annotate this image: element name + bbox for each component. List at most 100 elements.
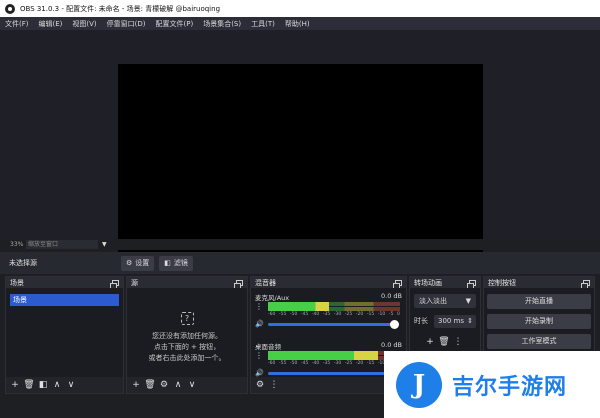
source-settings-button[interactable]: ⚙ 设置 <box>121 255 155 271</box>
start-recording-button[interactable]: 开始录制 <box>487 314 591 329</box>
trash-icon[interactable]: 🗑 <box>438 336 450 348</box>
chevron-down-icon[interactable]: ▼ <box>102 241 107 248</box>
undock-icon[interactable] <box>581 279 590 289</box>
mixer-dock-header: 混音器 <box>251 277 406 289</box>
mixer-channel-db: 0.0 dB <box>381 292 402 300</box>
duration-label: 时长 <box>414 317 428 325</box>
meter-ticks: -60-55-50-45-40-35-30-25-20-15-10-50 <box>268 312 400 317</box>
audio-meter-level <box>268 302 329 311</box>
duration-value: 300 ms <box>438 316 465 325</box>
volume-slider[interactable] <box>268 323 396 326</box>
move-down-icon[interactable]: ∨ <box>186 379 198 391</box>
no-sources-line-2: 点击下面的 + 按钮， <box>153 343 221 351</box>
menu-help[interactable]: 帮助(H) <box>280 19 315 29</box>
menu-file[interactable]: 文件(F) <box>0 19 34 29</box>
move-down-icon[interactable]: ∨ <box>65 379 77 391</box>
add-source-button[interactable]: + <box>130 379 142 391</box>
window-title: OBS 31.0.3 - 配置文件: 未命名 - 场景: 青檬破解 @bairu… <box>20 4 221 13</box>
no-source-selected-label: 未选择源 <box>9 259 37 267</box>
preview-canvas[interactable] <box>118 64 483 264</box>
menu-edit[interactable]: 编辑(E) <box>34 19 68 29</box>
menu-bar: 文件(F) 编辑(E) 视图(V) 停靠窗口(D) 配置文件(P) 场景集合(S… <box>0 17 600 30</box>
zoom-bar: 33% 缩放至窗口 ▼ <box>0 239 600 250</box>
no-sources-line-1: 您还没有添加任何源。 <box>152 332 222 340</box>
mixer-channel-name: 桌面音频 <box>255 343 281 351</box>
more-options-icon[interactable]: ⋮ <box>255 351 263 360</box>
transition-selected: 淡入淡出 <box>419 297 447 305</box>
menu-tools[interactable]: 工具(T) <box>246 19 280 29</box>
watermark-text: 吉尔手游网 <box>452 374 568 400</box>
trash-icon[interactable]: 🗑 <box>23 379 35 391</box>
transition-select[interactable]: 淡入淡出 ▼ <box>414 294 476 308</box>
mixer-toolbar: ⚙ ⋮ <box>251 377 406 393</box>
controls-dock-header: 控制按钮 <box>484 277 594 289</box>
spinner-icon[interactable]: ⇕ <box>467 315 473 328</box>
mixer-channel-name: 麦克风/Aux <box>255 294 290 302</box>
sources-dock: 源 ? 您还没有添加任何源。 点击下面的 + 按钮， 或者右击此处添加一个。 +… <box>126 276 248 394</box>
volume-icon[interactable]: 🔊 <box>255 369 264 377</box>
start-streaming-button[interactable]: 开始直播 <box>487 294 591 309</box>
scenes-toolbar: + 🗑 ◧ ∧ ∨ <box>6 377 123 393</box>
preview-area <box>0 30 600 264</box>
source-filters-button[interactable]: ◧ 滤镜 <box>159 255 193 271</box>
mixer-channels: 麦克风/Aux 0.0 dB ⋮ -60 -55 -50 -45 -40 -35 -30 -2… <box>251 288 406 378</box>
undock-icon[interactable] <box>393 279 402 289</box>
source-toolbar: 未选择源 ⚙ 设置 ◧ 滤镜 <box>0 252 600 274</box>
scenes-list: 场景 <box>6 288 123 377</box>
gear-icon[interactable]: ⚙ <box>254 379 266 391</box>
undock-icon[interactable] <box>110 279 119 289</box>
meter-ticks: -60-55-50-45-40-35-30-25-20-15-10-50 <box>268 361 400 366</box>
gear-icon: ⚙ <box>126 259 133 267</box>
scenes-dock-title: 场景 <box>10 278 24 287</box>
sources-dock-title: 源 <box>131 278 138 287</box>
source-settings-label: 设置 <box>135 259 150 267</box>
undock-icon[interactable] <box>234 279 243 289</box>
scenes-dock: 场景 场景 + 🗑 ◧ ∧ ∨ <box>5 276 124 394</box>
scene-filters-icon[interactable]: ◧ <box>37 379 49 391</box>
chevron-down-icon: ▼ <box>465 297 471 305</box>
controls-dock-title: 控制按钮 <box>488 278 516 287</box>
title-bar: OBS 31.0.3 - 配置文件: 未命名 - 场景: 青檬破解 @bairu… <box>0 0 600 17</box>
transitions-dock-title: 转场动画 <box>414 278 442 287</box>
sources-dock-header: 源 <box>127 277 247 289</box>
filter-icon: ◧ <box>164 259 171 267</box>
mixer-channel-mic: 麦克风/Aux 0.0 dB ⋮ -60 -55 -50 -45 -40 -35 -30 -2… <box>253 292 404 337</box>
gear-icon[interactable]: ⚙ <box>158 379 170 391</box>
transition-buttons: + 🗑 ⋮ <box>424 336 466 348</box>
audio-meter-level <box>268 351 378 360</box>
more-options-icon[interactable]: ⋮ <box>452 336 464 348</box>
move-up-icon[interactable]: ∧ <box>51 379 63 391</box>
menu-docks[interactable]: 停靠窗口(D) <box>102 19 151 29</box>
sources-toolbar: + 🗑 ⚙ ∧ ∨ <box>127 377 247 393</box>
menu-profile[interactable]: 配置文件(P) <box>151 19 199 29</box>
scene-list-item[interactable]: 场景 <box>10 294 119 306</box>
question-icon: ? <box>180 312 194 325</box>
add-transition-button[interactable]: + <box>424 336 436 348</box>
studio-mode-button[interactable]: 工作室模式 <box>487 334 591 349</box>
zoom-percent: 33% <box>10 241 24 248</box>
volume-slider[interactable] <box>268 372 396 375</box>
volume-icon[interactable]: 🔊 <box>255 320 264 328</box>
zoom-mode-select[interactable]: 缩放至窗口 <box>26 240 98 249</box>
duration-input[interactable]: 300 ms ⇕ <box>434 314 476 328</box>
undock-icon[interactable] <box>467 279 476 289</box>
scenes-dock-header: 场景 <box>6 277 123 289</box>
obs-logo-icon <box>5 3 15 14</box>
site-watermark: J 吉尔手游网 <box>384 351 600 418</box>
duration-row: 时长 300 ms ⇕ <box>414 314 476 328</box>
volume-slider-handle[interactable] <box>390 320 399 329</box>
site-logo-icon: J <box>396 361 442 408</box>
mixer-channel-db: 0.0 dB <box>381 341 402 349</box>
more-options-icon[interactable]: ⋮ <box>268 379 280 391</box>
transitions-dock-header: 转场动画 <box>410 277 480 289</box>
menu-view[interactable]: 视图(V) <box>67 19 101 29</box>
menu-scene-collection[interactable]: 场景集合(S) <box>198 19 246 29</box>
move-up-icon[interactable]: ∧ <box>172 379 184 391</box>
add-scene-button[interactable]: + <box>9 379 21 391</box>
trash-icon[interactable]: 🗑 <box>144 379 156 391</box>
sources-list[interactable]: ? 您还没有添加任何源。 点击下面的 + 按钮， 或者右击此处添加一个。 <box>127 288 247 377</box>
no-sources-line-3: 或者右击此处添加一个。 <box>148 354 226 362</box>
no-sources-message: ? 您还没有添加任何源。 点击下面的 + 按钮， 或者右击此处添加一个。 <box>127 312 247 364</box>
more-options-icon[interactable]: ⋮ <box>255 302 263 311</box>
source-filters-label: 滤镜 <box>173 259 188 267</box>
